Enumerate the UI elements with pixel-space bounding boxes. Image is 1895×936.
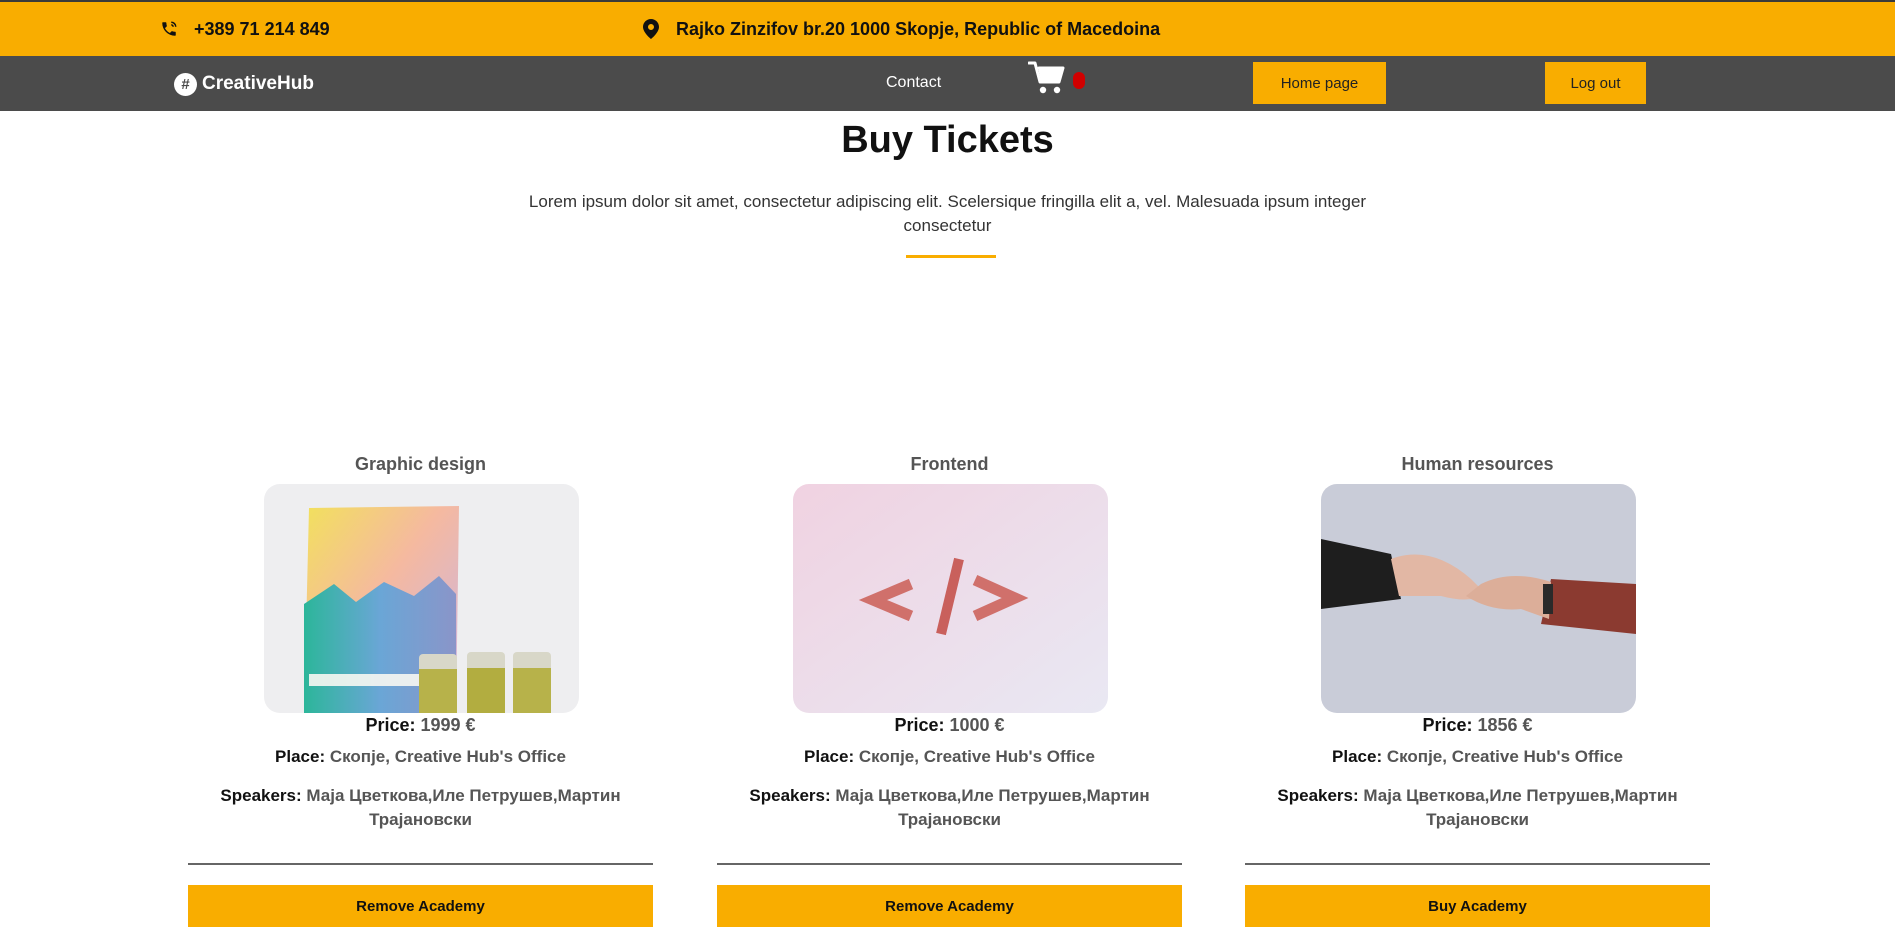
place-label: Place: bbox=[804, 747, 855, 766]
speakers-value: Маја Цветкова,Иле Петрушев,Мартин Трајан… bbox=[835, 786, 1150, 829]
top-info-bar: +389 71 214 849 Rajko Zinzifov br.20 100… bbox=[0, 0, 1895, 56]
cart-count-badge: 2 bbox=[1073, 72, 1085, 89]
card-image bbox=[793, 484, 1108, 713]
speakers-label: Speakers: bbox=[749, 786, 831, 805]
place-label: Place: bbox=[275, 747, 326, 766]
phone-contact[interactable]: +389 71 214 849 bbox=[158, 2, 330, 56]
address-info: Rajko Zinzifov br.20 1000 Skopje, Republ… bbox=[640, 2, 1160, 56]
card-place: Place: Скопје, Creative Hub's Office bbox=[1245, 745, 1710, 769]
speakers-value: Маја Цветкова,Иле Петрушев,Мартин Трајан… bbox=[1363, 786, 1678, 829]
price-label: Price: bbox=[894, 715, 945, 735]
price-value: 1856 € bbox=[1477, 715, 1533, 735]
speakers-label: Speakers: bbox=[1277, 786, 1359, 805]
creativehub-logo[interactable]: # CreativeHub bbox=[174, 72, 314, 96]
card-speakers: Speakers: Маја Цветкова,Иле Петрушев,Мар… bbox=[1245, 784, 1710, 832]
card-price: Price: 1856 € bbox=[1245, 712, 1710, 738]
card-image bbox=[264, 484, 579, 713]
price-value: 1999 € bbox=[420, 715, 476, 735]
card-image bbox=[1321, 484, 1636, 713]
card-divider bbox=[188, 863, 653, 865]
hash-logo-icon: # bbox=[174, 72, 197, 96]
remove-academy-button[interactable]: Remove Academy bbox=[188, 885, 653, 927]
price-label: Price: bbox=[365, 715, 416, 735]
card-title: Human resources bbox=[1401, 454, 1554, 474]
title-divider bbox=[906, 255, 996, 258]
card-speakers: Speakers: Маја Цветкова,Иле Петрушев,Мар… bbox=[188, 784, 653, 832]
card-price: Price: 1000 € bbox=[717, 712, 1182, 738]
speakers-label: Speakers: bbox=[220, 786, 302, 805]
price-label: Price: bbox=[1422, 715, 1473, 735]
place-value: Скопје, Creative Hub's Office bbox=[1386, 747, 1623, 766]
card-price: Price: 1999 € bbox=[188, 712, 653, 738]
place-label: Place: bbox=[1332, 747, 1383, 766]
page-description: Lorem ipsum dolor sit amet, consectetur … bbox=[528, 192, 1367, 235]
buy-academy-button[interactable]: Buy Academy bbox=[1245, 885, 1710, 927]
price-value: 1000 € bbox=[949, 715, 1005, 735]
phone-icon bbox=[158, 18, 180, 40]
map-pin-icon bbox=[640, 18, 662, 40]
card-speakers: Speakers: Маја Цветкова,Иле Петрушев,Мар… bbox=[717, 784, 1182, 832]
card-place: Place: Скопје, Creative Hub's Office bbox=[188, 745, 653, 769]
phone-number: +389 71 214 849 bbox=[194, 18, 330, 39]
speakers-value: Маја Цветкова,Иле Петрушев,Мартин Трајан… bbox=[306, 786, 621, 829]
log-out-button[interactable]: Log out bbox=[1545, 62, 1646, 104]
place-value: Скопје, Creative Hub's Office bbox=[329, 747, 566, 766]
card-title: Frontend bbox=[910, 454, 989, 474]
shopping-cart-icon[interactable] bbox=[1027, 60, 1066, 98]
page-title: Buy Tickets bbox=[841, 119, 1054, 161]
address-text: Rajko Zinzifov br.20 1000 Skopje, Republ… bbox=[676, 18, 1161, 39]
card-place: Place: Скопје, Creative Hub's Office bbox=[717, 745, 1182, 769]
place-value: Скопје, Creative Hub's Office bbox=[858, 747, 1095, 766]
remove-academy-button[interactable]: Remove Academy bbox=[717, 885, 1182, 927]
card-title: Graphic design bbox=[354, 454, 487, 474]
card-divider bbox=[1245, 863, 1710, 865]
card-divider bbox=[717, 863, 1182, 865]
home-page-button[interactable]: Home page bbox=[1253, 62, 1386, 104]
nav-link-contact[interactable]: Contact bbox=[886, 72, 941, 94]
logo-text: CreativeHub bbox=[202, 73, 314, 94]
